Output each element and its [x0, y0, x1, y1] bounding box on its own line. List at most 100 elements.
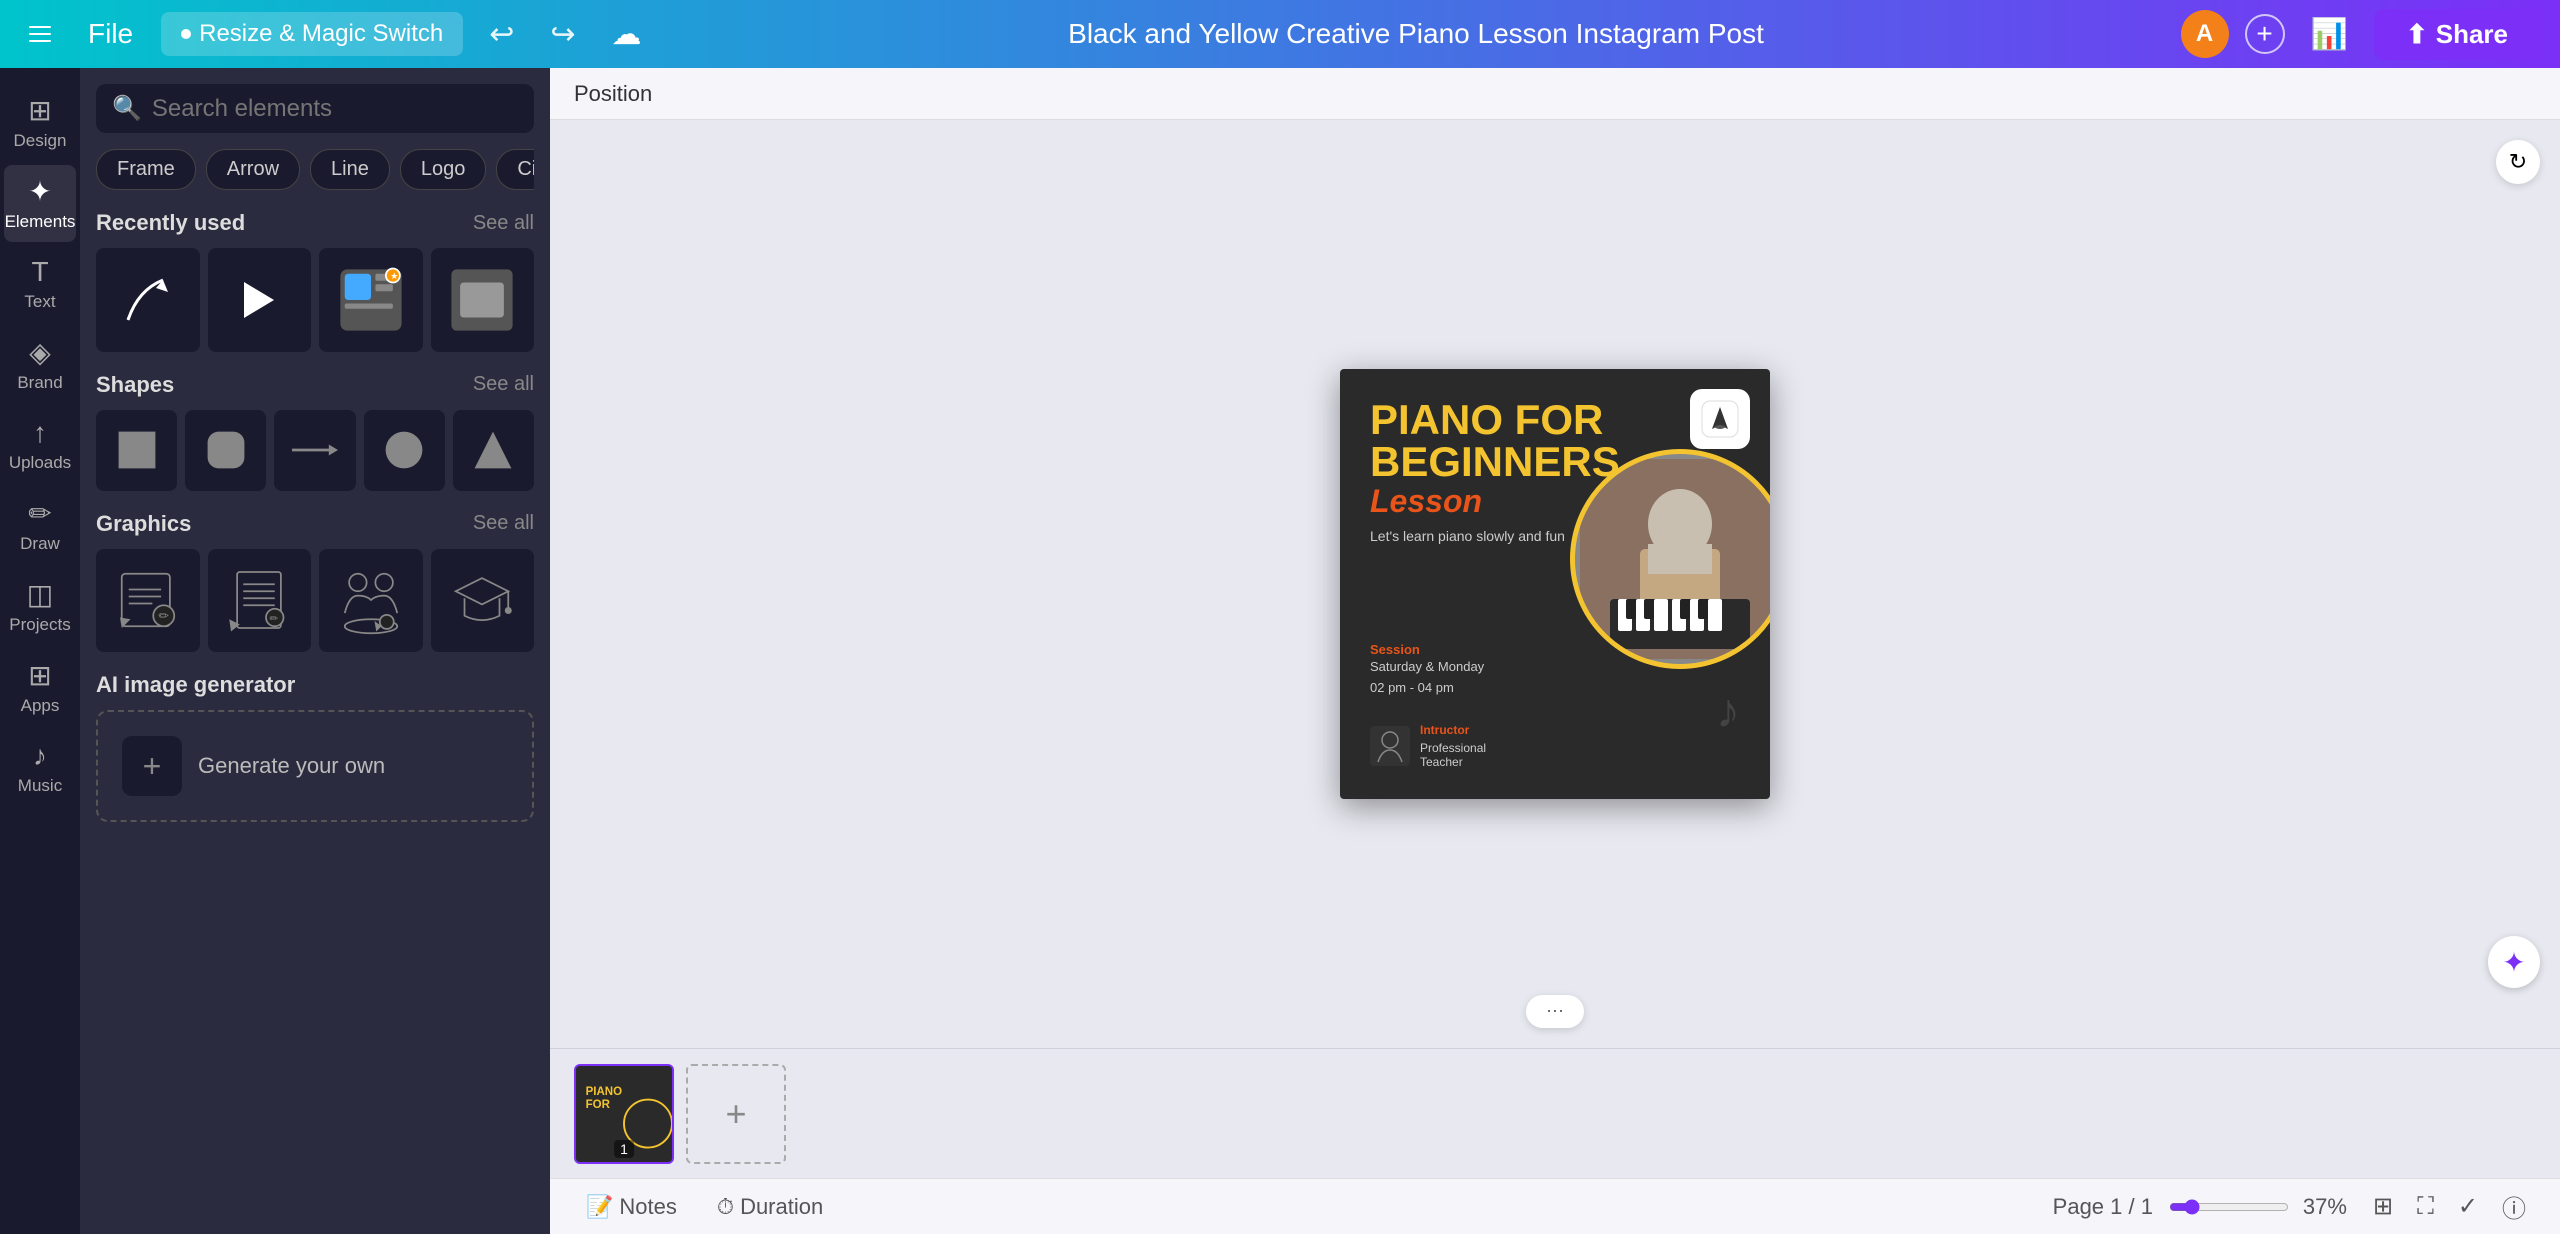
duration-button[interactable]: ⏱ Duration [705, 1188, 835, 1226]
sidebar-item-brand[interactable]: ◈ Brand [4, 326, 76, 403]
notes-button[interactable]: 📝 Notes [574, 1188, 689, 1226]
session-section: Session Saturday & Monday 02 pm - 04 pm [1370, 642, 1484, 699]
design-icon: ⊞ [28, 94, 51, 127]
duration-icon: ⏱ [717, 1194, 734, 1220]
design-card[interactable]: PIANO FOR BEGINNERS Lesson Let's learn p… [1340, 369, 1770, 799]
zoom-slider[interactable] [2169, 1199, 2289, 1215]
filter-circle[interactable]: Circle [496, 149, 534, 190]
filter-arrow[interactable]: Arrow [206, 149, 300, 190]
thumbnails-panel: PIANO FOR 1 + [550, 1048, 2560, 1178]
position-bar: Position [550, 68, 2560, 120]
instructor-section: Intructor Professional Teacher [1370, 723, 1486, 769]
sidebar-item-draw-label: Draw [20, 534, 60, 554]
generate-label: Generate your own [198, 753, 385, 779]
refresh-button[interactable]: ↻ [2496, 140, 2540, 184]
grid-view-button[interactable]: ⊞ [2363, 1183, 2403, 1230]
shape-circle[interactable] [364, 410, 445, 491]
canvas-workspace[interactable]: ↻ PIANO FOR BEGINNERS Lesson Let's le [550, 120, 2560, 1048]
file-menu-button[interactable]: File [76, 12, 145, 56]
sidebar-item-projects[interactable]: ◫ Projects [4, 568, 76, 645]
recently-used-see-all[interactable]: See all [473, 212, 534, 235]
draw-icon: ✏ [28, 497, 51, 530]
check-button[interactable]: ✓ [2448, 1183, 2488, 1230]
sidebar-item-design[interactable]: ⊞ Design [4, 84, 76, 161]
instructor-role: Teacher [1420, 755, 1486, 769]
position-label: Position [574, 81, 652, 107]
sidebar-item-uploads[interactable]: ↑ Uploads [4, 407, 76, 483]
search-bar: 🔍 [96, 84, 534, 133]
svg-text:✏: ✏ [270, 613, 280, 625]
shape-square[interactable] [96, 410, 177, 491]
zoom-controls: 37% [2169, 1194, 2347, 1220]
cloud-save-button[interactable]: ☁ [601, 11, 651, 58]
generate-plus-icon: + [122, 736, 182, 796]
uploads-icon: ↑ [33, 417, 47, 449]
main-content: ⊞ Design ✦ Elements T Text ◈ Brand ↑ Upl… [0, 68, 2560, 1234]
element-arrow[interactable] [96, 248, 200, 352]
avatar[interactable]: A [2181, 10, 2229, 58]
sidebar-item-apps-label: Apps [21, 696, 60, 716]
sidebar-item-projects-label: Projects [9, 615, 70, 635]
sidebar-item-design-label: Design [14, 131, 67, 151]
recently-used-grid: ★ [96, 248, 534, 352]
magic-assistant-button[interactable]: ✦ [2488, 936, 2540, 988]
instructor-icon [1370, 726, 1410, 766]
graphic-people[interactable] [319, 549, 423, 653]
filter-frame[interactable]: Frame [96, 149, 196, 190]
sidebar-item-draw[interactable]: ✏ Draw [4, 487, 76, 564]
shapes-see-all[interactable]: See all [473, 373, 534, 396]
redo-button[interactable]: ↪ [540, 11, 585, 58]
projects-icon: ◫ [27, 578, 53, 611]
shape-arrow-line[interactable] [274, 410, 355, 491]
filter-pills: Frame Arrow Line Logo Circle › [96, 149, 534, 190]
filter-line[interactable]: Line [310, 149, 390, 190]
graphics-see-all[interactable]: See all [473, 512, 534, 535]
graphic-writing[interactable]: ✏ [96, 549, 200, 653]
undo-button[interactable]: ↩ [479, 11, 524, 58]
svg-text:FOR: FOR [586, 1099, 611, 1111]
element-triangle[interactable] [208, 248, 312, 352]
magic-switch-button[interactable]: Resize & Magic Switch [161, 12, 463, 56]
svg-text:PIANO: PIANO [586, 1085, 623, 1097]
sidebar-item-music[interactable]: ♪ Music [4, 730, 76, 806]
recently-used-title: Recently used [96, 210, 245, 236]
search-input[interactable] [152, 95, 518, 123]
graphics-grid: ✏ ✏ [96, 549, 534, 653]
ai-generator-section: AI image generator + Generate your own [96, 672, 534, 822]
thumbnail-1[interactable]: PIANO FOR 1 [574, 1064, 674, 1164]
instructor-title: Professional [1420, 741, 1486, 755]
graphic-graduation[interactable] [431, 549, 535, 653]
element-rect[interactable] [431, 248, 535, 352]
element-social-post[interactable]: ★ [319, 248, 423, 352]
sidebar-item-text[interactable]: T Text [4, 246, 76, 322]
shapes-grid [96, 410, 534, 491]
shape-more[interactable] [453, 410, 534, 491]
stats-button[interactable]: 📊 [2301, 11, 2358, 58]
hide-panel-button[interactable]: ⋯ [1526, 995, 1584, 1028]
share-button[interactable]: ⬆ Share [2374, 9, 2540, 60]
generate-button[interactable]: + Generate your own [96, 710, 534, 822]
sidebar-item-elements-label: Elements [5, 212, 76, 232]
graphic-notebook[interactable]: ✏ [208, 549, 312, 653]
page-info: Page 1 / 1 [2053, 1194, 2153, 1220]
shape-rounded-rect[interactable] [185, 410, 266, 491]
info-button[interactable]: ⓘ [2492, 1183, 2536, 1230]
logo-badge [1690, 389, 1750, 449]
lesson-text: Lesson [1370, 483, 1620, 520]
piano-for-text: PIANO FOR [1370, 399, 1620, 441]
add-page-button[interactable]: + [686, 1064, 786, 1164]
sidebar-item-elements[interactable]: ✦ Elements [4, 165, 76, 242]
tagline-text: Let's learn piano slowly and fun [1370, 528, 1620, 544]
document-title: Black and Yellow Creative Piano Lesson I… [667, 18, 2164, 50]
notes-icon: 📝 [586, 1194, 613, 1220]
design-main-text: PIANO FOR BEGINNERS Lesson Let's learn p… [1370, 399, 1620, 544]
brand-icon: ◈ [29, 336, 51, 369]
session-days: Saturday & Monday [1370, 657, 1484, 678]
add-collaborator-button[interactable]: + [2245, 14, 2285, 54]
fullscreen-button[interactable]: ⛶ [2407, 1183, 2444, 1230]
music-notes-decoration: ♪ [1716, 684, 1740, 739]
hamburger-menu-button[interactable] [20, 14, 60, 54]
sidebar-item-apps[interactable]: ⊞ Apps [4, 649, 76, 726]
filter-logo[interactable]: Logo [400, 149, 487, 190]
sidebar-item-music-label: Music [18, 776, 62, 796]
